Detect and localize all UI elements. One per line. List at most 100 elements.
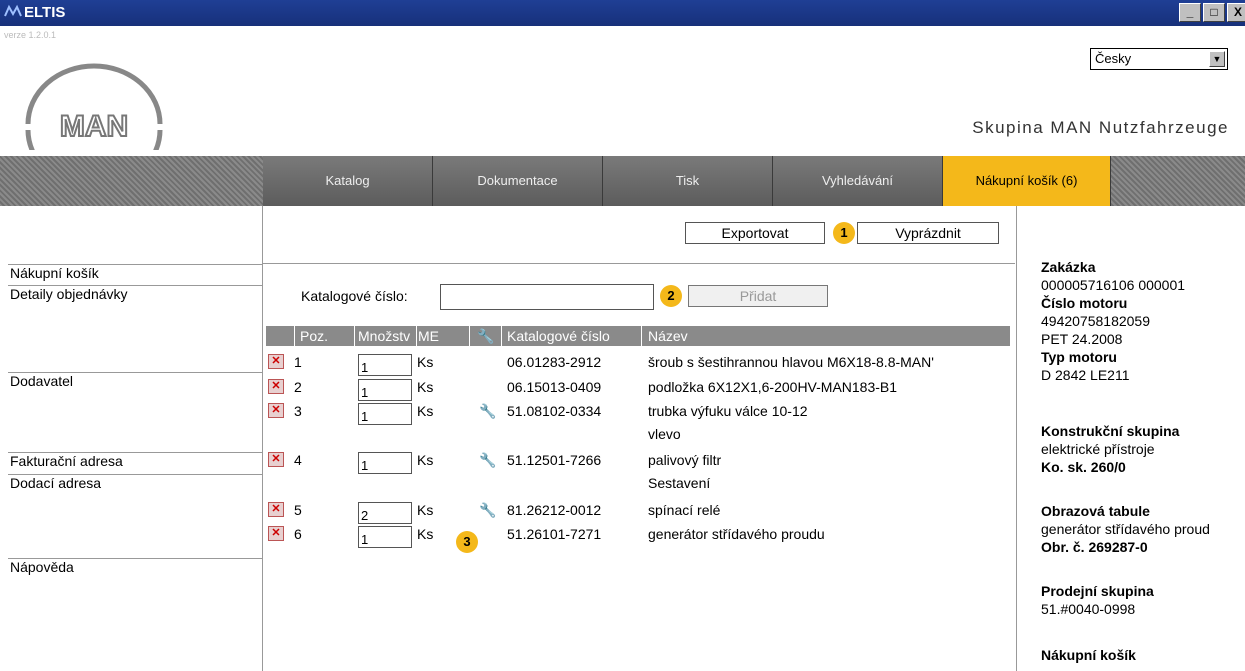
row-catno[interactable]: 06.15013-0409 <box>507 379 601 395</box>
konstr-ko: Ko. sk. 260/0 <box>1041 459 1126 475</box>
delete-icon[interactable]: ✕ <box>268 526 284 541</box>
wrench-icon[interactable]: 🔧 <box>479 403 496 420</box>
table-row: ✕ 4 1 Ks 🔧 51.12501-7266 palivový filtr … <box>266 452 1010 496</box>
quantity-input[interactable]: 1 <box>358 526 412 548</box>
row-name: generátor střídavého proudu <box>648 526 825 542</box>
row-catno[interactable]: 51.08102-0334 <box>507 403 601 419</box>
sidebar: Nákupní košík Detaily objednávky Dodavat… <box>8 206 263 671</box>
obraz-no: Obr. č. 269287-0 <box>1041 539 1148 555</box>
table-row: ✕ 2 1 Ks 06.15013-0409 podložka 6X12X1,6… <box>266 379 1010 403</box>
zakazka-title[interactable]: Zakázka <box>1041 259 1095 275</box>
col-me: ME <box>418 328 439 344</box>
row-catno[interactable]: 81.26212-0012 <box>507 502 601 518</box>
sidebar-item-napoveda[interactable]: Nápověda <box>8 558 263 575</box>
motor-no-value: 49420758182059 <box>1041 313 1151 329</box>
row-name: šroub s šestihrannou hlavou M6X18-8.8-MA… <box>648 354 934 370</box>
obraz-title[interactable]: Obrazová tabule <box>1041 503 1150 519</box>
close-button[interactable]: X <box>1227 3 1245 22</box>
minimize-button[interactable]: _ <box>1179 3 1201 22</box>
konstr-title[interactable]: Konstrukční skupina <box>1041 423 1179 439</box>
col-pos: Poz. <box>300 328 329 344</box>
cart-title: Nákupní košík <box>1041 647 1136 663</box>
wrench-icon: 🔧 <box>477 328 495 344</box>
prodej-title[interactable]: Prodejní skupina <box>1041 583 1154 599</box>
row-catno[interactable]: 51.26101-7271 <box>507 526 601 542</box>
obraz-block: ▶ Obrazová tabule generátor střídavého p… <box>1041 502 1245 556</box>
tab-nakupni-kosik[interactable]: Nákupní košík (6) <box>943 156 1111 206</box>
col-qty: Množstv <box>358 328 411 344</box>
row-catno[interactable]: 51.12501-7266 <box>507 452 601 468</box>
row-name: podložka 6X12X1,6-200HV-MAN183-B1 <box>648 379 898 395</box>
language-select[interactable]: Česky ▼ <box>1090 48 1228 70</box>
delete-icon[interactable]: ✕ <box>268 379 284 394</box>
row-name-line2: vlevo <box>648 426 681 442</box>
motor-no-label: Číslo motoru <box>1041 295 1128 311</box>
row-pos: 4 <box>294 452 302 468</box>
delete-icon[interactable]: ✕ <box>268 403 284 418</box>
table-header: Poz. Množstv ME 🔧 Katalogové číslo Název <box>266 326 1010 346</box>
obraz-value: generátor střídavého proud <box>1041 521 1210 537</box>
table-row: ✕ 6 1 Ks 3 51.26101-7271 generátor stříd… <box>266 526 1010 553</box>
title-bar: ELTIS _ □ X <box>0 0 1245 26</box>
maximize-button[interactable]: □ <box>1203 3 1225 22</box>
nav-bar: Katalog Dokumentace Tisk Vyhledávání Nák… <box>0 156 1245 206</box>
tab-dokumentace[interactable]: Dokumentace <box>433 156 603 206</box>
row-name: trubka výfuku válce 10-12 <box>648 403 808 419</box>
konstr-value: elektrické přístroje <box>1041 441 1155 457</box>
konstr-block: ▶ Konstrukční skupina elektrické přístro… <box>1041 422 1245 476</box>
version-label: verze 1.2.0.1 <box>4 30 57 40</box>
callout-badge-3: 3 <box>456 531 478 553</box>
man-logo: MAN <box>14 50 174 191</box>
delete-icon[interactable]: ✕ <box>268 452 284 467</box>
sidebar-item-nakupni-kosik[interactable]: Nákupní košík <box>8 264 263 281</box>
empty-cart-button[interactable]: Vyprázdnit <box>857 222 999 244</box>
row-pos: 1 <box>294 354 302 370</box>
catalog-number-input[interactable] <box>440 284 654 310</box>
quantity-input[interactable]: 1 <box>358 379 412 401</box>
sidebar-item-detaily-objednavky[interactable]: Detaily objednávky <box>8 285 263 302</box>
sidebar-item-dodaci-adresa[interactable]: Dodací adresa <box>8 474 263 491</box>
sidebar-item-dodavatel[interactable]: Dodavatel <box>8 372 263 389</box>
callout-badge-2: 2 <box>660 285 682 307</box>
row-pos: 3 <box>294 403 302 419</box>
cart-block: Nákupní košík <box>1041 646 1245 664</box>
row-me: Ks <box>417 379 434 395</box>
cart-toolbar: Exportovat 1 Vyprázdnit <box>263 206 1015 264</box>
sidebar-item-fakturacni-adresa[interactable]: Fakturační adresa <box>8 452 263 469</box>
group-name: Skupina MAN Nutzfahrzeuge <box>972 118 1229 137</box>
row-me: Ks <box>417 452 434 468</box>
add-button[interactable]: Přidat <box>688 285 828 307</box>
row-name-line2: Sestavení <box>648 475 711 491</box>
table-row: ✕ 3 1 Ks 🔧 51.08102-0334 trubka výfuku v… <box>266 403 1010 447</box>
quantity-input[interactable]: 2 <box>358 502 412 524</box>
tab-tisk[interactable]: Tisk <box>603 156 773 206</box>
row-pos: 6 <box>294 526 302 542</box>
delete-icon[interactable]: ✕ <box>268 354 284 369</box>
row-catno[interactable]: 06.01283-2912 <box>507 354 601 370</box>
quantity-input[interactable]: 1 <box>358 354 412 376</box>
svg-text:MAN: MAN <box>60 110 128 143</box>
row-pos: 5 <box>294 502 302 518</box>
row-me: Ks <box>417 403 434 419</box>
row-me: Ks <box>417 502 434 518</box>
zakazka-block: ▶ Zakázka 000005716106 000001 Číslo moto… <box>1041 258 1245 384</box>
wrench-icon[interactable]: 🔧 <box>479 502 496 519</box>
info-panel: ▶ Zakázka 000005716106 000001 Číslo moto… <box>1016 206 1245 671</box>
catalog-number-label: Katalogové číslo: <box>301 288 408 304</box>
row-me: Ks <box>417 354 434 370</box>
delete-icon[interactable]: ✕ <box>268 502 284 517</box>
header: verze 1.2.0.1 MAN Česky ▼ Skupina MAN Nu… <box>0 26 1245 191</box>
export-button[interactable]: Exportovat <box>685 222 825 244</box>
quantity-input[interactable]: 1 <box>358 403 412 425</box>
table-row: ✕ 1 1 Ks 06.01283-2912 šroub s šestihran… <box>266 354 1010 378</box>
tab-vyhledavani[interactable]: Vyhledávání <box>773 156 943 206</box>
row-me: Ks <box>417 526 434 542</box>
chevron-down-icon[interactable]: ▼ <box>1209 51 1225 67</box>
prodej-value: 51.#0040-0998 <box>1041 601 1136 617</box>
wrench-icon[interactable]: 🔧 <box>479 452 496 469</box>
table-row: ✕ 5 2 Ks 🔧 81.26212-0012 spínací relé <box>266 502 1010 526</box>
motor-type-label: Typ motoru <box>1041 349 1117 365</box>
tab-katalog[interactable]: Katalog <box>263 156 433 206</box>
row-name: palivový filtr <box>648 452 722 468</box>
quantity-input[interactable]: 1 <box>358 452 412 474</box>
